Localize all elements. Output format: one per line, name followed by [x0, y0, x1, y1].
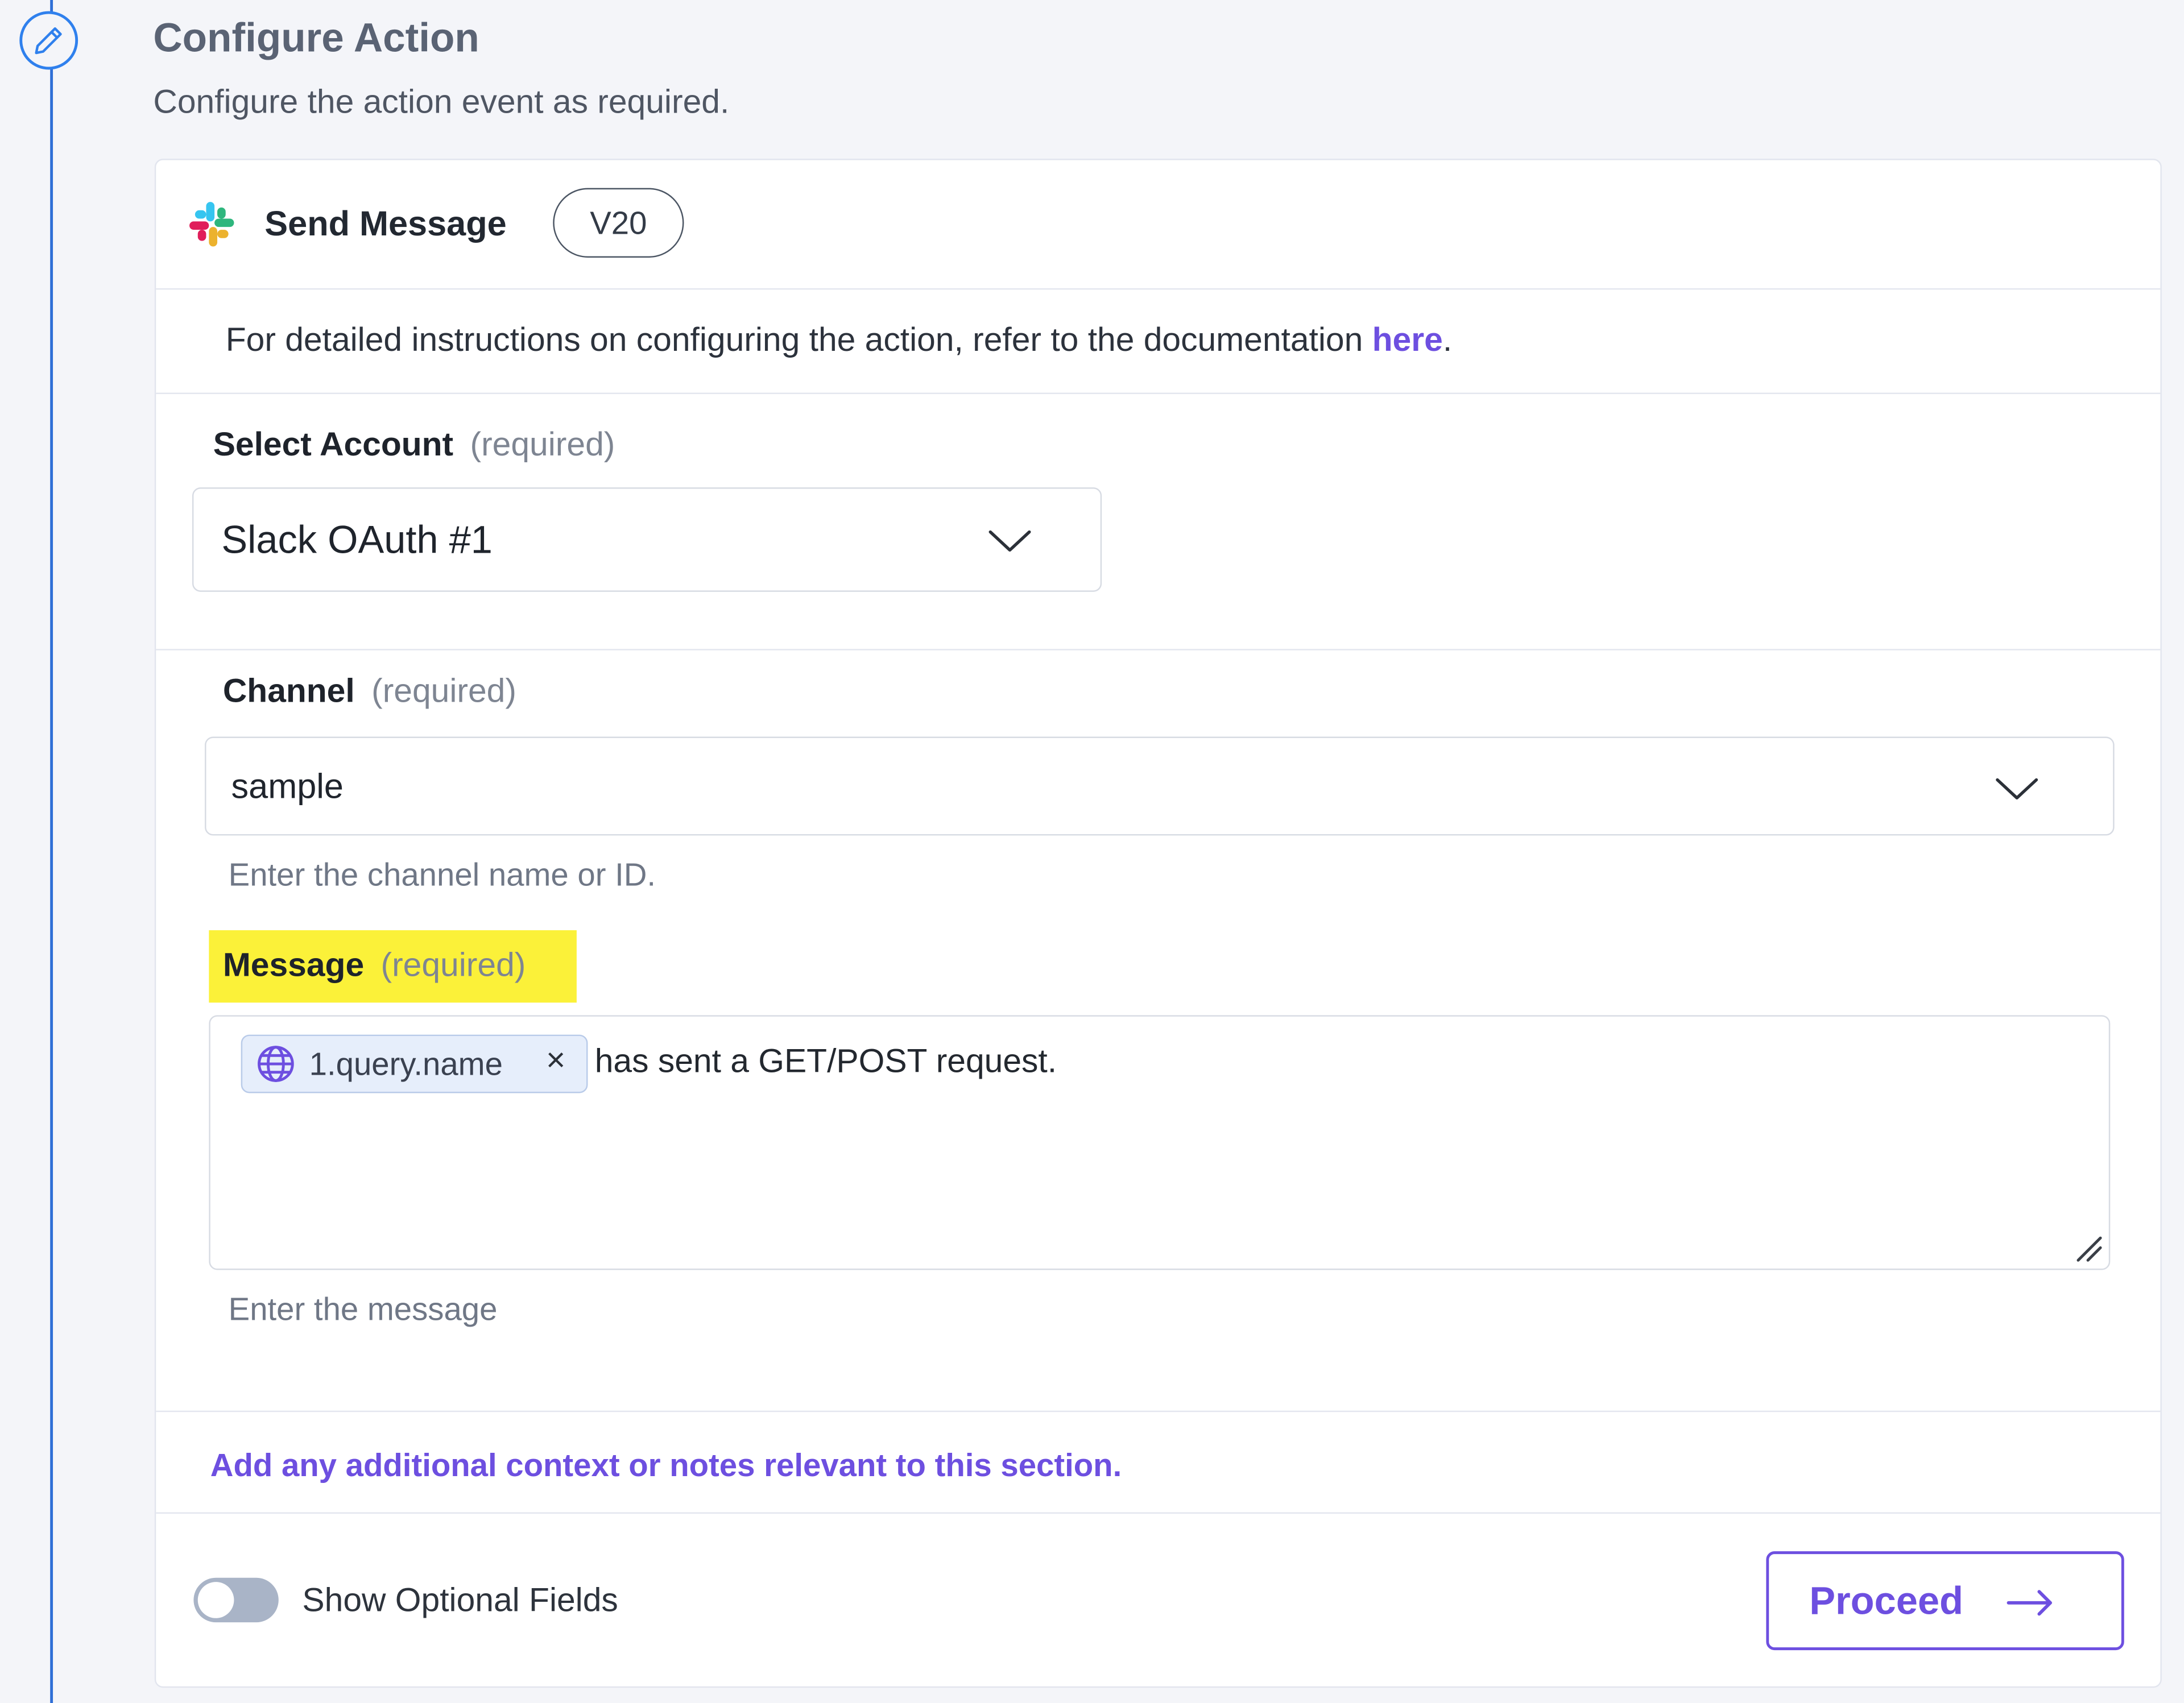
- configure-action-panel: Configure Action Configure the action ev…: [0, 0, 2184, 1703]
- optional-fields-toggle[interactable]: [193, 1577, 279, 1623]
- documentation-link[interactable]: here: [1372, 322, 1443, 359]
- section-title: Configure Action: [153, 16, 479, 61]
- channel-select-value: sample: [231, 767, 344, 806]
- section-subtitle: Configure the action event as required.: [153, 83, 730, 122]
- slack-icon: [189, 202, 234, 247]
- channel-help-text: Enter the channel name or ID.: [228, 856, 656, 893]
- version-badge: V20: [553, 188, 684, 258]
- account-label-text: Select Account: [213, 426, 454, 464]
- message-input[interactable]: 1.query.name × has sent a GET/POST reque…: [209, 1015, 2111, 1270]
- globe-icon: [258, 1046, 294, 1082]
- account-select[interactable]: Slack OAuth #1: [192, 487, 1102, 592]
- message-text: has sent a GET/POST request.: [594, 1043, 1057, 1081]
- variable-token[interactable]: 1.query.name ×: [241, 1034, 588, 1093]
- arrow-right-icon: [2007, 1590, 2052, 1616]
- close-icon[interactable]: ×: [546, 1044, 565, 1078]
- account-label: Select Account (required): [213, 426, 615, 465]
- chevron-down-icon: [1996, 778, 2038, 799]
- documentation-suffix: .: [1442, 321, 1453, 359]
- account-divider: [156, 649, 2161, 650]
- message-required-tag: (required): [380, 947, 526, 985]
- action-card: Send Message V20 For detailed instructio…: [154, 159, 2162, 1688]
- variable-token-label: 1.query.name: [309, 1046, 503, 1082]
- notes-divider-bottom: [156, 1512, 2161, 1514]
- message-label: Message (required): [223, 947, 526, 986]
- account-select-value: Slack OAuth #1: [221, 518, 493, 561]
- documentation-text: For detailed instructions on configuring…: [225, 321, 1372, 359]
- notes-divider-top: [156, 1410, 2161, 1412]
- toggle-knob: [197, 1582, 234, 1618]
- channel-label: Channel (required): [223, 673, 516, 712]
- message-label-text: Message: [222, 947, 365, 985]
- action-header: Send Message V20: [156, 160, 2161, 290]
- channel-required-tag: (required): [371, 672, 516, 710]
- resize-handle-icon[interactable]: [2073, 1232, 2103, 1263]
- chevron-down-icon: [988, 530, 1031, 552]
- proceed-button[interactable]: Proceed: [1766, 1551, 2124, 1651]
- action-title: Send Message: [264, 205, 507, 244]
- step-timeline-line: [50, 0, 53, 1703]
- optional-fields-label: Show Optional Fields: [302, 1582, 618, 1620]
- additional-notes-link[interactable]: Add any additional context or notes rele…: [210, 1447, 1122, 1485]
- channel-select[interactable]: sample: [205, 736, 2115, 836]
- edit-step-icon: [19, 11, 78, 70]
- account-required-tag: (required): [470, 426, 615, 464]
- documentation-note: For detailed instructions on configuring…: [156, 288, 2161, 395]
- channel-label-text: Channel: [222, 672, 355, 710]
- proceed-button-label: Proceed: [1809, 1579, 1963, 1623]
- message-help-text: Enter the message: [228, 1291, 498, 1327]
